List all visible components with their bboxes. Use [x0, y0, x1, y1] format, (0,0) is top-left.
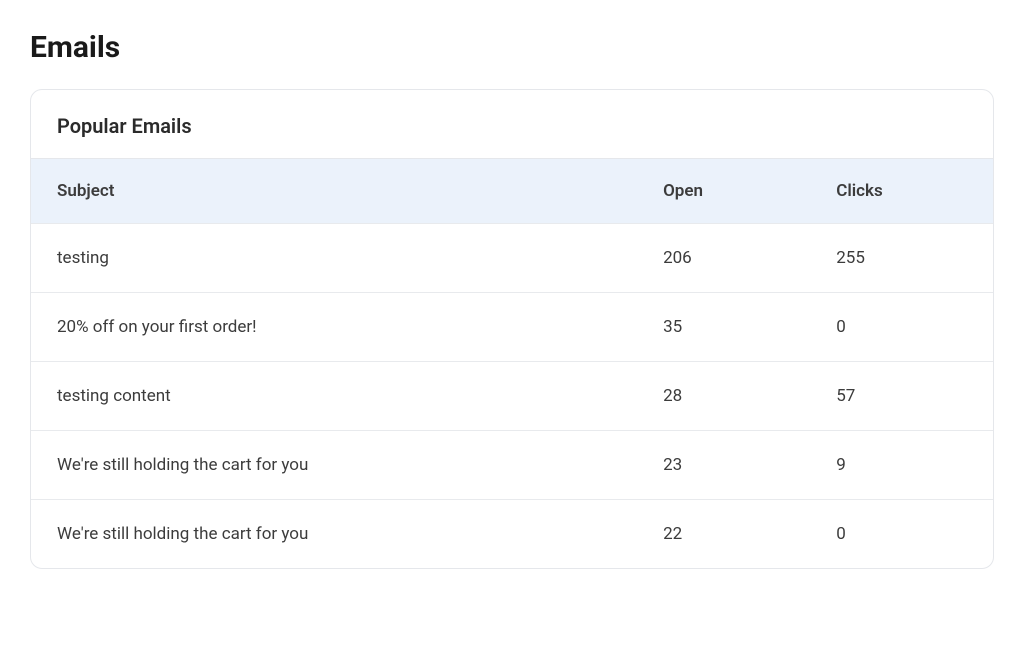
column-header-subject: Subject [31, 159, 637, 224]
cell-subject: 20% off on your first order! [31, 293, 637, 362]
table-row[interactable]: 20% off on your first order! 35 0 [31, 293, 993, 362]
cell-open: 22 [637, 500, 810, 569]
table-row[interactable]: testing 206 255 [31, 224, 993, 293]
cell-clicks: 9 [810, 431, 993, 500]
cell-open: 206 [637, 224, 810, 293]
cell-clicks: 255 [810, 224, 993, 293]
cell-subject: testing content [31, 362, 637, 431]
table-row[interactable]: testing content 28 57 [31, 362, 993, 431]
cell-open: 23 [637, 431, 810, 500]
cell-clicks: 0 [810, 500, 993, 569]
table-header-row: Subject Open Clicks [31, 159, 993, 224]
cell-subject: We're still holding the cart for you [31, 431, 637, 500]
column-header-clicks: Clicks [810, 159, 993, 224]
page-title: Emails [30, 30, 994, 65]
card-header: Popular Emails [31, 90, 993, 159]
column-header-open: Open [637, 159, 810, 224]
table-row[interactable]: We're still holding the cart for you 22 … [31, 500, 993, 569]
cell-subject: testing [31, 224, 637, 293]
cell-clicks: 57 [810, 362, 993, 431]
cell-open: 35 [637, 293, 810, 362]
popular-emails-card: Popular Emails Subject Open Clicks testi… [30, 89, 994, 569]
cell-clicks: 0 [810, 293, 993, 362]
table-row[interactable]: We're still holding the cart for you 23 … [31, 431, 993, 500]
emails-table: Subject Open Clicks testing 206 255 20% … [31, 159, 993, 568]
cell-subject: We're still holding the cart for you [31, 500, 637, 569]
cell-open: 28 [637, 362, 810, 431]
